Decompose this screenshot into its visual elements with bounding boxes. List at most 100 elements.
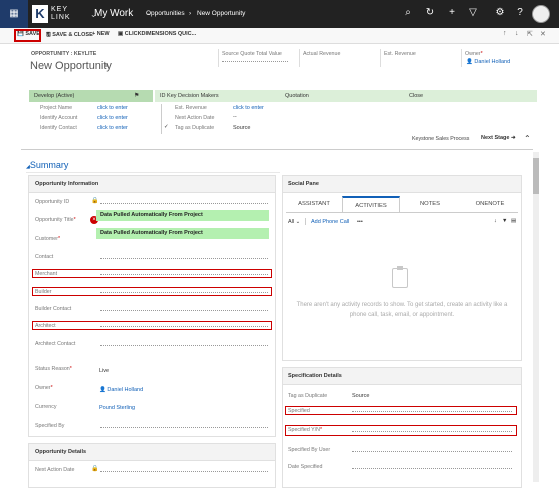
- opportunity-details-title: Opportunity Details: [35, 449, 87, 455]
- opportunity-title-input[interactable]: Data Pulled Automatically From Project: [96, 210, 269, 221]
- empty-value: [100, 292, 268, 293]
- process-field-label: Identify Account: [40, 115, 78, 121]
- actual-revenue-label: Actual Revenue: [303, 51, 341, 57]
- close-icon[interactable]: ✕: [540, 30, 546, 38]
- tab-assistant[interactable]: ASSISTANT: [286, 196, 342, 212]
- arrow-up-icon[interactable]: ↑: [503, 30, 507, 37]
- field-label: Next Action Date: [35, 467, 75, 473]
- specified-input[interactable]: [352, 411, 512, 412]
- next-stage-button[interactable]: Next Stage ➜: [481, 135, 516, 141]
- owner-value[interactable]: 👤 Daniel Holland: [466, 59, 510, 65]
- empty-activities-message: There aren't any activity records to sho…: [296, 302, 508, 318]
- breadcrumb-opportunities[interactable]: Opportunities: [146, 10, 185, 17]
- empty-value: [222, 61, 288, 62]
- field-label: Contact: [35, 254, 54, 260]
- empty-value: [100, 427, 268, 428]
- est-revenue-input[interactable]: click to enter: [233, 105, 264, 111]
- clickdimensions-icon: ▣: [118, 31, 124, 37]
- field-label: Specified: [288, 408, 310, 414]
- source-quote-field[interactable]: [222, 61, 288, 62]
- builder-input[interactable]: [100, 292, 268, 293]
- currency-lookup[interactable]: Pound Sterling: [99, 405, 135, 411]
- summary-section-header[interactable]: ◢Summary: [26, 160, 68, 170]
- project-name-input[interactable]: click to enter: [97, 105, 128, 111]
- identify-account-input[interactable]: click to enter: [97, 115, 128, 121]
- history-icon[interactable]: ↻: [423, 7, 437, 18]
- tag-duplicate-value[interactable]: Source: [352, 393, 369, 399]
- save-close-button[interactable]: 🖫 SAVE & CLOSE: [46, 31, 93, 40]
- field-label: Builder Contact: [35, 306, 72, 312]
- status-reason-value[interactable]: Live: [99, 368, 109, 374]
- field-label: Specified Y/N*: [288, 427, 323, 433]
- divider: [299, 49, 300, 67]
- date-specified-input[interactable]: [352, 468, 512, 469]
- stage-label: Close: [409, 93, 424, 99]
- logo-mark: K: [32, 5, 48, 23]
- sort-icon[interactable]: ↓: [494, 218, 497, 224]
- next-action-date-value[interactable]: --: [233, 114, 237, 120]
- merchant-input[interactable]: [100, 274, 268, 275]
- arrow-down-icon[interactable]: ↓: [515, 30, 519, 37]
- stage-develop[interactable]: Develop (Active) ⚑: [29, 90, 153, 102]
- checkmark-icon: ✓: [164, 124, 169, 130]
- opportunity-info-title: Opportunity Information: [35, 181, 99, 187]
- divider: [26, 172, 280, 173]
- field-label: Architect: [35, 323, 56, 329]
- plus-icon[interactable]: +: [445, 7, 459, 18]
- specified-by-input[interactable]: [100, 427, 268, 428]
- stage-label: ID Key Decision Makers: [160, 93, 219, 99]
- stage-close[interactable]: Close: [404, 90, 537, 102]
- search-icon[interactable]: ⌕: [401, 7, 415, 18]
- add-phone-call-button[interactable]: Add Phone Call: [311, 219, 349, 225]
- breadcrumb-separator-icon: ›: [189, 10, 192, 17]
- owner-name: Daniel Holland: [474, 59, 511, 65]
- empty-value: [100, 345, 268, 346]
- app-launcher-icon[interactable]: ▦: [0, 0, 28, 28]
- collapse-icon[interactable]: ⌃: [524, 134, 531, 143]
- architect-contact-input[interactable]: [100, 345, 268, 346]
- summary-title: Summary: [29, 160, 69, 170]
- customer-input[interactable]: Data Pulled Automatically From Project: [96, 228, 269, 239]
- menu-icon[interactable]: ≡: [104, 63, 108, 70]
- empty-value: [352, 451, 512, 452]
- builder-contact-input[interactable]: [100, 310, 268, 311]
- popout-icon[interactable]: ⇱: [527, 30, 533, 38]
- next-stage-label: Next Stage: [481, 135, 510, 141]
- empty-value: [352, 468, 512, 469]
- field-label: Builder: [35, 289, 52, 295]
- help-icon[interactable]: ?: [513, 7, 527, 18]
- owner-lookup-value: Daniel Holland: [107, 387, 144, 393]
- tab-activities[interactable]: ACTIVITIES: [342, 196, 400, 212]
- stage-quotation[interactable]: Quotation: [280, 90, 406, 102]
- list-view-icon[interactable]: ▤: [511, 218, 516, 224]
- filter-icon[interactable]: ▽: [466, 7, 480, 18]
- tag-duplicate-value[interactable]: Source: [233, 125, 250, 131]
- filter-icon[interactable]: ▼: [502, 218, 507, 224]
- field-label-text: Status Reason: [35, 366, 70, 372]
- scrollbar-track[interactable]: [533, 152, 539, 482]
- field-label: Opportunity ID: [35, 199, 70, 205]
- contact-input[interactable]: [100, 258, 268, 259]
- activity-filter-select[interactable]: All ⌄: [288, 219, 300, 225]
- scrollbar-thumb[interactable]: [533, 158, 539, 194]
- more-options-button[interactable]: •••: [357, 219, 363, 225]
- identify-contact-input[interactable]: click to enter: [97, 125, 128, 131]
- tab-notes[interactable]: NOTES: [400, 196, 460, 212]
- specified-yn-input[interactable]: [352, 431, 512, 432]
- clickdimensions-button[interactable]: ▣ CLICKDIMENSIONS QUIC...: [118, 31, 196, 37]
- divider: [161, 104, 162, 134]
- app-title[interactable]: My Work: [94, 8, 133, 19]
- gear-icon[interactable]: ⚙: [493, 7, 507, 18]
- tab-onenote[interactable]: ONENOTE: [460, 196, 520, 212]
- field-label-text: Customer: [35, 236, 58, 242]
- owner-lookup[interactable]: 👤 Daniel Holland: [99, 387, 143, 393]
- architect-input[interactable]: [100, 326, 268, 327]
- user-avatar[interactable]: [532, 5, 550, 23]
- stage-id-key-decision-makers[interactable]: ID Key Decision Makers: [155, 90, 281, 102]
- new-button[interactable]: + NEW: [92, 31, 110, 37]
- field-label: Currency: [35, 404, 57, 410]
- source-quote-label: Source Quote Total Value: [222, 51, 282, 57]
- field-label: Specified By: [35, 423, 65, 429]
- keylink-logo[interactable]: K KEY LINK ⌄: [32, 4, 97, 24]
- specified-by-user-input[interactable]: [352, 451, 512, 452]
